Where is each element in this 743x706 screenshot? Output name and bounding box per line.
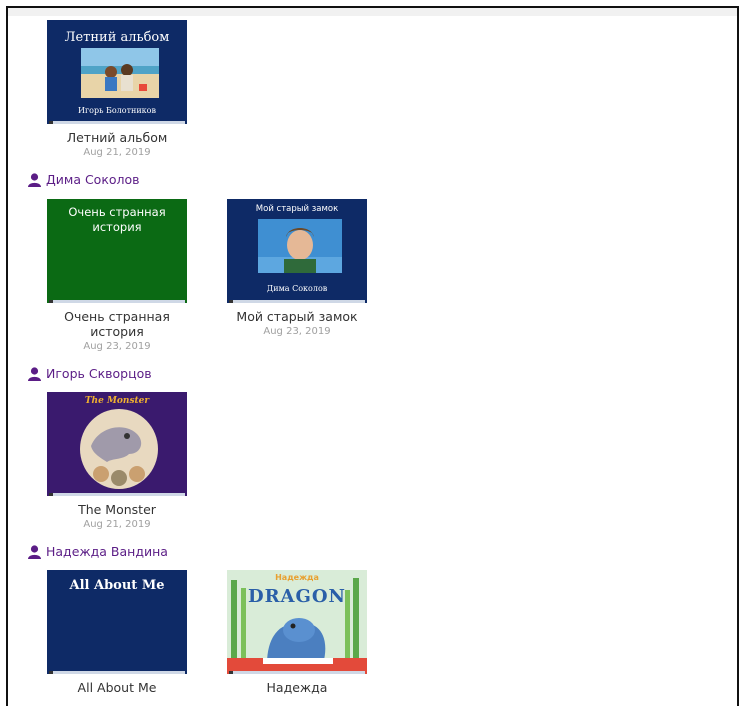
cover-top-text: Надежда [275,573,319,582]
author-link-dima[interactable]: Дима Соколов [28,172,140,187]
book-spine [49,493,185,496]
book-date: Aug 21, 2019 [83,147,151,158]
cover-author: Игорь Болотников [77,106,156,115]
cover-title: Мой старый замок [255,204,339,214]
cover-title: All About Me [69,578,165,593]
top-strip [8,8,737,16]
book-date: Aug 23, 2019 [83,341,151,352]
book-card-summer-album[interactable]: Летний альбом Игорь Болотников Летний ал… [47,20,187,158]
author-link-nadezhda[interactable]: Надежда Вандина [28,544,168,559]
book-cover[interactable]: The Monster [47,392,187,496]
cover-title: DRAGON [247,586,347,607]
person-icon [28,172,41,187]
author-name: Надежда Вандина [46,544,168,559]
author-link-igor[interactable]: Игорь Скворцов [28,366,152,381]
book-card-strange-story[interactable]: Очень странная история Очень странная ис… [47,199,187,352]
book-title[interactable]: All About Me [47,680,187,695]
person-icon [28,544,41,559]
book-title[interactable]: Надежда [227,680,367,695]
book-date: Aug 21, 2019 [83,519,151,530]
book-cover[interactable]: Надежда DRAGON [227,570,367,674]
author-name: Дима Соколов [46,172,140,187]
cover-photo [258,219,342,273]
content-panel: Летний альбом Игорь Болотников Летний ал… [6,6,739,706]
book-spine [229,671,365,674]
book-card-all-about-me[interactable]: All About Me All About Me [47,570,187,695]
cover-title: Очень странная история [68,205,166,234]
person-icon [28,366,41,381]
book-cover[interactable]: All About Me [47,570,187,674]
book-spine [49,300,185,303]
book-spine [229,300,365,303]
author-name: Игорь Скворцов [46,366,152,381]
book-card-old-castle[interactable]: Мой старый замок Дима Соколов Мой старый… [227,199,367,337]
book-card-the-monster[interactable]: The Monster The Monster Aug 21, 2019 [47,392,187,530]
book-spine [49,121,185,124]
cover-author: Дима Соколов [266,284,328,293]
monster-illustration [80,409,158,489]
cover-title: Летний альбом [64,30,170,45]
book-cover[interactable]: Очень странная история [47,199,187,303]
cover-photo [81,48,159,98]
book-cover[interactable]: Мой старый замок Дима Соколов [227,199,367,303]
book-title[interactable]: Очень странная история [47,309,187,339]
book-cover[interactable]: Летний альбом Игорь Болотников [47,20,187,124]
book-title[interactable]: Мой старый замок [227,309,367,324]
book-card-dragon[interactable]: Надежда DRAGON Надежда [227,570,367,695]
cover-title: The Monster [84,396,150,406]
book-title[interactable]: The Monster [47,502,187,517]
book-date: Aug 23, 2019 [263,326,331,337]
book-title[interactable]: Летний альбом [47,130,187,145]
book-spine [49,671,185,674]
